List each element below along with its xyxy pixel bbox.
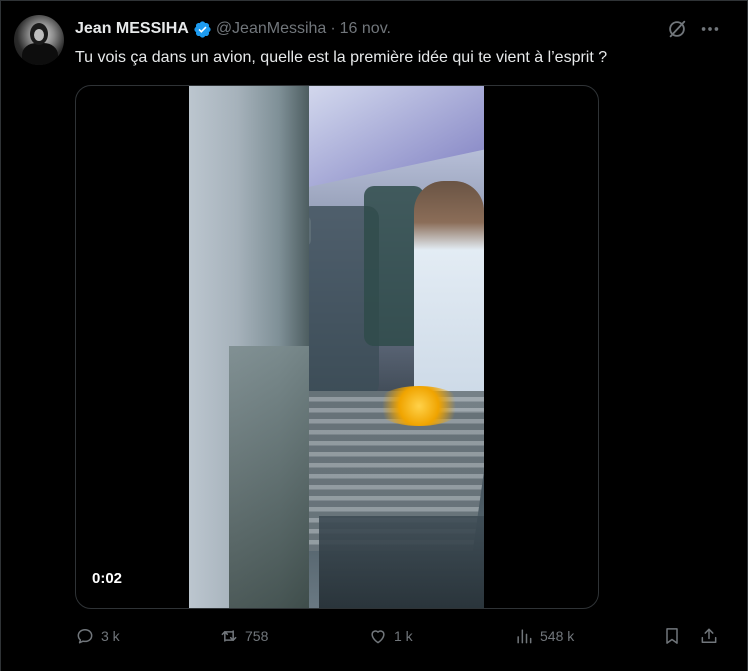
more-icon[interactable]	[699, 18, 721, 40]
reply-button[interactable]: 3 k	[75, 622, 120, 650]
tweet-text: Tu vois ça dans un avion, quelle est la …	[75, 49, 608, 66]
action-bar: 3 k 758 1 k 548 k	[75, 622, 725, 650]
separator-dot: ·	[330, 20, 336, 37]
tweet-header: Jean MESSIHA @JeanMessiha · 16 nov.	[75, 18, 391, 40]
avatar-face	[34, 29, 44, 41]
reply-icon	[77, 629, 93, 644]
grok-icon[interactable]	[666, 18, 688, 40]
author-name[interactable]: Jean MESSIHA	[75, 20, 189, 38]
video-left-panel-lower	[229, 346, 309, 608]
like-icon	[371, 630, 385, 644]
retweet-button[interactable]: 758	[219, 622, 268, 650]
views-button[interactable]: 548 k	[514, 622, 574, 650]
video-player[interactable]: 0:02	[75, 85, 599, 609]
tweet-card[interactable]: Jean MESSIHA @JeanMessiha · 16 nov. Tu v…	[0, 0, 748, 671]
video-fire-glow	[374, 386, 464, 426]
views-icon	[517, 629, 532, 644]
video-frame[interactable]	[189, 86, 484, 608]
video-person	[414, 181, 484, 411]
share-button[interactable]	[699, 622, 719, 650]
like-button[interactable]: 1 k	[368, 622, 413, 650]
retweet-icon	[221, 630, 237, 642]
video-timestamp: 0:02	[92, 570, 123, 587]
author-handle[interactable]: @JeanMessiha	[216, 20, 327, 38]
verified-badge-icon	[194, 20, 211, 38]
bookmark-button[interactable]	[662, 622, 682, 650]
bookmark-icon	[666, 628, 678, 644]
tweet-date[interactable]: 16 nov.	[340, 20, 391, 38]
reply-count: 3 k	[101, 628, 120, 644]
views-count: 548 k	[540, 628, 575, 644]
share-icon	[701, 628, 717, 643]
avatar-body	[22, 43, 58, 65]
video-floor	[319, 516, 484, 608]
like-count: 1 k	[394, 628, 413, 644]
avatar[interactable]	[14, 15, 64, 65]
retweet-count: 758	[245, 628, 269, 644]
